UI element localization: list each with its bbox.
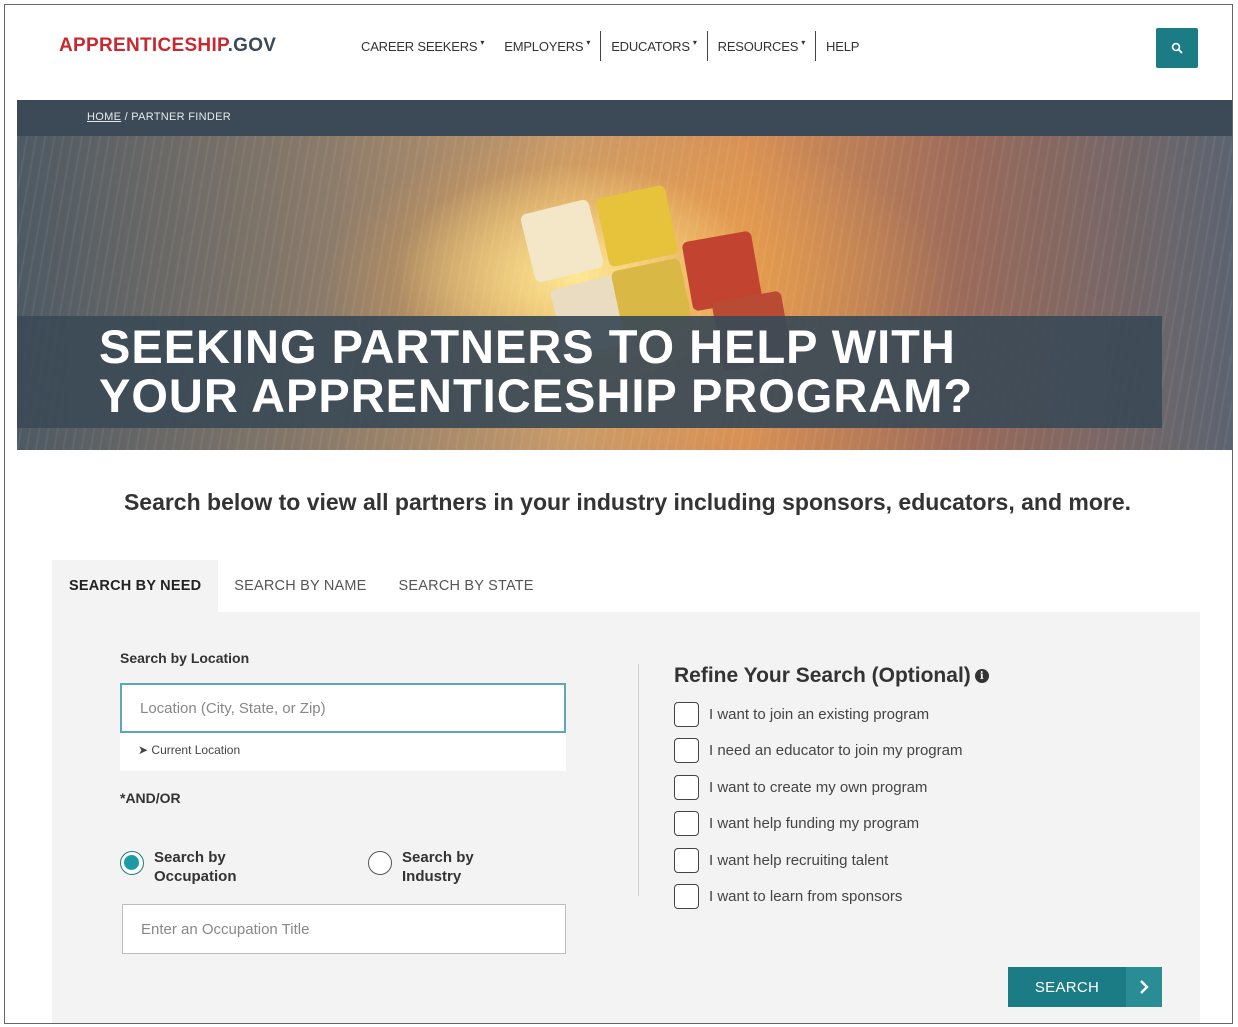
refine-options: I want to join an existing program I nee… (674, 696, 962, 915)
search-submit-button[interactable]: SEARCH (1008, 967, 1162, 1007)
nav-employers[interactable]: EMPLOYERS ▾ (494, 31, 600, 61)
chevron-down-icon: ▾ (480, 37, 485, 47)
nav-career-seekers[interactable]: CAREER SEEKERS ▾ (351, 31, 494, 61)
refine-option[interactable]: I want to join an existing program (674, 696, 962, 733)
nav-label: EDUCATORS (611, 38, 690, 54)
site-logo[interactable]: APPRENTICESHIP.GOV (59, 35, 276, 57)
column-divider (638, 664, 639, 896)
hero-title-line: YOUR APPRENTICESHIP PROGRAM? (99, 369, 974, 422)
tab-search-by-state[interactable]: SEARCH BY STATE (383, 560, 550, 612)
hero-banner: SEEKING PARTNERS TO HELP WITH YOUR APPRE… (17, 136, 1232, 450)
checkbox[interactable] (674, 847, 699, 873)
checkbox-label: I want to create my own program (709, 778, 928, 796)
logo-primary: APPRENTICESHIP (59, 35, 228, 56)
refine-title: Refine Your Search (Optional) i (674, 664, 989, 688)
radio-button-selected[interactable] (120, 851, 144, 875)
refine-option[interactable]: I need an educator to join my program (674, 733, 962, 770)
occupation-input[interactable] (122, 904, 566, 954)
main-nav: CAREER SEEKERS ▾ EMPLOYERS ▾ EDUCATORS ▾ RE… (351, 31, 869, 61)
radio-button[interactable] (368, 851, 392, 875)
logo-suffix: .GOV (227, 35, 277, 56)
checkbox[interactable] (674, 701, 699, 727)
checkbox-label: I want to learn from sponsors (709, 888, 903, 906)
chevron-right-icon (1126, 967, 1162, 1007)
checkbox-label: I need an educator to join my program (709, 742, 963, 760)
checkbox[interactable] (674, 811, 699, 837)
checkbox[interactable] (674, 738, 699, 764)
breadcrumb-current: PARTNER FINDER (131, 111, 232, 123)
checkbox-label: I want help recruiting talent (709, 851, 889, 869)
nav-label: EMPLOYERS (504, 38, 584, 54)
search-icon (1171, 42, 1183, 54)
breadcrumb: HOME / PARTNER FINDER (87, 111, 231, 123)
tab-search-by-need[interactable]: SEARCH BY NEED (52, 560, 219, 612)
checkbox[interactable] (674, 884, 699, 910)
location-label: Search by Location (120, 650, 250, 666)
nav-label: HELP (826, 38, 860, 54)
breadcrumb-bar: HOME / PARTNER FINDER (17, 100, 1232, 136)
browser-page: APPRENTICESHIP.GOV CAREER SEEKERS ▾ EMPLO… (4, 4, 1233, 1024)
tab-search-by-name[interactable]: SEARCH BY NAME (218, 560, 382, 612)
location-input[interactable] (120, 683, 566, 733)
search-submit-label: SEARCH (1034, 978, 1100, 996)
checkbox-label: I want to join an existing program (709, 705, 930, 723)
search-tabs: SEARCH BY NEED SEARCH BY NAME SEARCH BY … (52, 560, 550, 612)
refine-option[interactable]: I want help recruiting talent (674, 842, 962, 879)
info-icon[interactable]: i (974, 669, 989, 683)
nav-educators[interactable]: EDUCATORS ▾ (601, 31, 706, 61)
nav-resources[interactable]: RESOURCES ▾ (708, 31, 815, 61)
chevron-down-icon: ▾ (801, 37, 806, 47)
nav-help[interactable]: HELP (816, 31, 869, 61)
refine-option[interactable]: I want to create my own program (674, 769, 962, 806)
breadcrumb-separator: / (124, 111, 128, 123)
checkbox[interactable] (674, 774, 699, 800)
nav-label: CAREER SEEKERS (361, 38, 478, 54)
current-location-label: Current Location (151, 743, 241, 757)
andor-label: *AND/OR (120, 790, 181, 806)
intro-text: Search below to view all partners in you… (123, 489, 1132, 515)
nav-label: RESOURCES (717, 38, 799, 54)
header-search-button[interactable] (1156, 28, 1198, 68)
current-location-option[interactable]: ➤ Current Location (120, 733, 566, 771)
checkbox-label: I want help funding my program (709, 815, 920, 833)
chevron-down-icon: ▾ (586, 37, 591, 47)
location-arrow-icon: ➤ (138, 743, 149, 757)
chevron-down-icon: ▾ (692, 37, 697, 47)
hero-title: SEEKING PARTNERS TO HELP WITH YOUR APPRE… (99, 322, 973, 420)
refine-option[interactable]: I want to learn from sponsors (674, 879, 962, 916)
site-header: APPRENTICESHIP.GOV CAREER SEEKERS ▾ EMPLO… (5, 5, 1232, 100)
radio-label: Search by Industry (402, 849, 474, 885)
refine-title-text: Refine Your Search (Optional) (674, 664, 971, 687)
refine-option[interactable]: I want help funding my program (674, 806, 962, 843)
radio-label: Search by Occupation (154, 849, 237, 885)
breadcrumb-home-link[interactable]: HOME (87, 111, 121, 123)
puzzle-piece-image (595, 184, 679, 268)
search-panel: Search by Location ➤ Current Location *A… (52, 612, 1200, 1023)
radio-search-by-industry[interactable]: Search by Industry (368, 848, 522, 886)
radio-search-by-occupation[interactable]: Search by Occupation (120, 848, 274, 886)
hero-title-line: SEEKING PARTNERS TO HELP WITH (99, 320, 956, 373)
